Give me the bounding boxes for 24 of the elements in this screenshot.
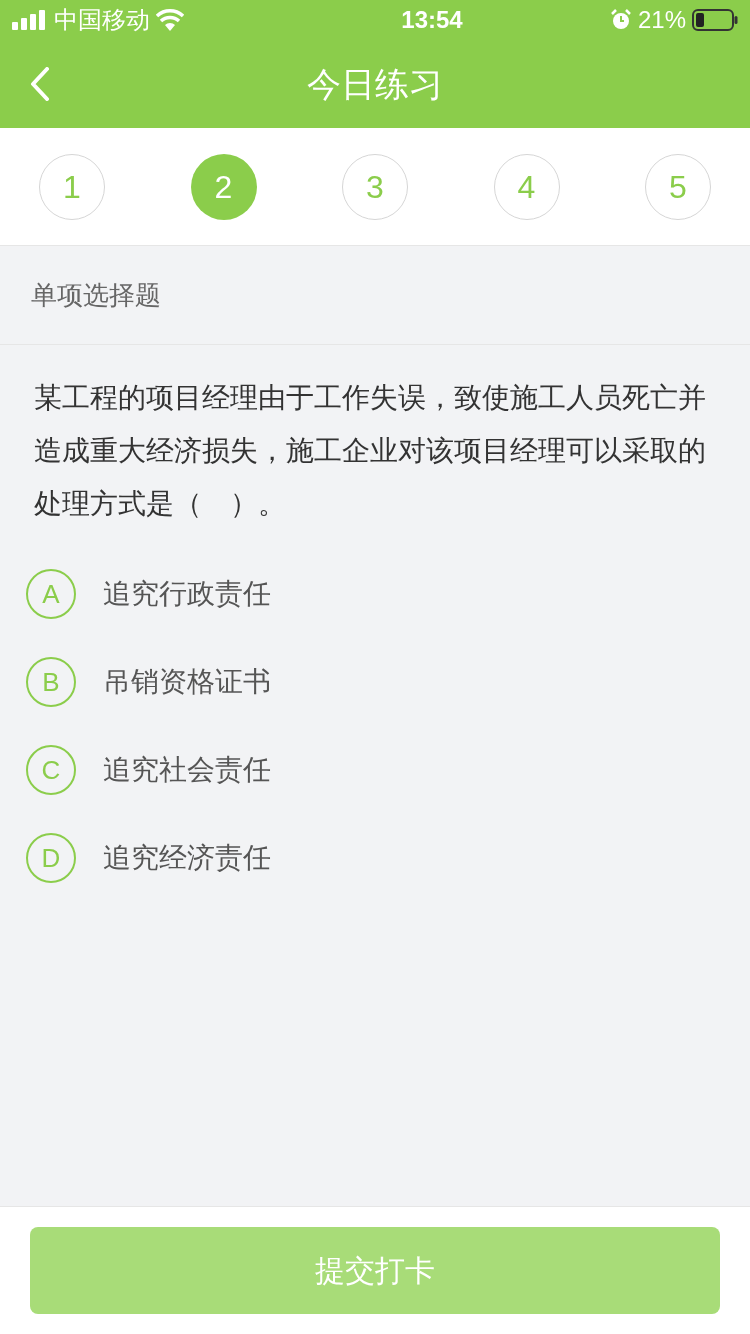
question-number-tab[interactable]: 2 [190, 153, 257, 220]
carrier-name: 中国移动 [54, 5, 150, 36]
option-text[interactable]: 追究经济责任 [103, 837, 271, 879]
question-number-tab[interactable]: 1 [39, 153, 105, 220]
wifi-icon [156, 9, 184, 31]
option-text[interactable]: 追究行政责任 [103, 573, 271, 615]
option-letter[interactable]: B [26, 657, 76, 707]
battery-percent: 21% [637, 5, 686, 35]
option-letter[interactable]: A [26, 569, 76, 619]
alarm-icon [609, 9, 632, 31]
page-title: 今日练习 [307, 63, 443, 105]
question-number-tab[interactable]: 4 [493, 153, 560, 220]
question-text: 某工程的项目经理由于工作失误，致使施工人员死亡并造成重大经济损失，施工企业对该项目经理可以采取的处理方式是（ ）。 [33, 381, 707, 521]
signal-icon [12, 10, 48, 30]
question-number-tab[interactable]: 3 [342, 153, 408, 220]
status-time: 13:54 [401, 5, 463, 35]
option-letter[interactable]: D [26, 833, 76, 883]
option-text[interactable]: 追究社会责任 [103, 749, 271, 791]
option-letter[interactable]: C [26, 745, 76, 795]
option-text[interactable]: 吊销资格证书 [103, 661, 271, 703]
question-number-tab[interactable]: 5 [645, 153, 711, 220]
battery-icon [692, 9, 738, 31]
question-type-label: 单项选择题 [0, 246, 750, 345]
back-icon [30, 67, 50, 101]
